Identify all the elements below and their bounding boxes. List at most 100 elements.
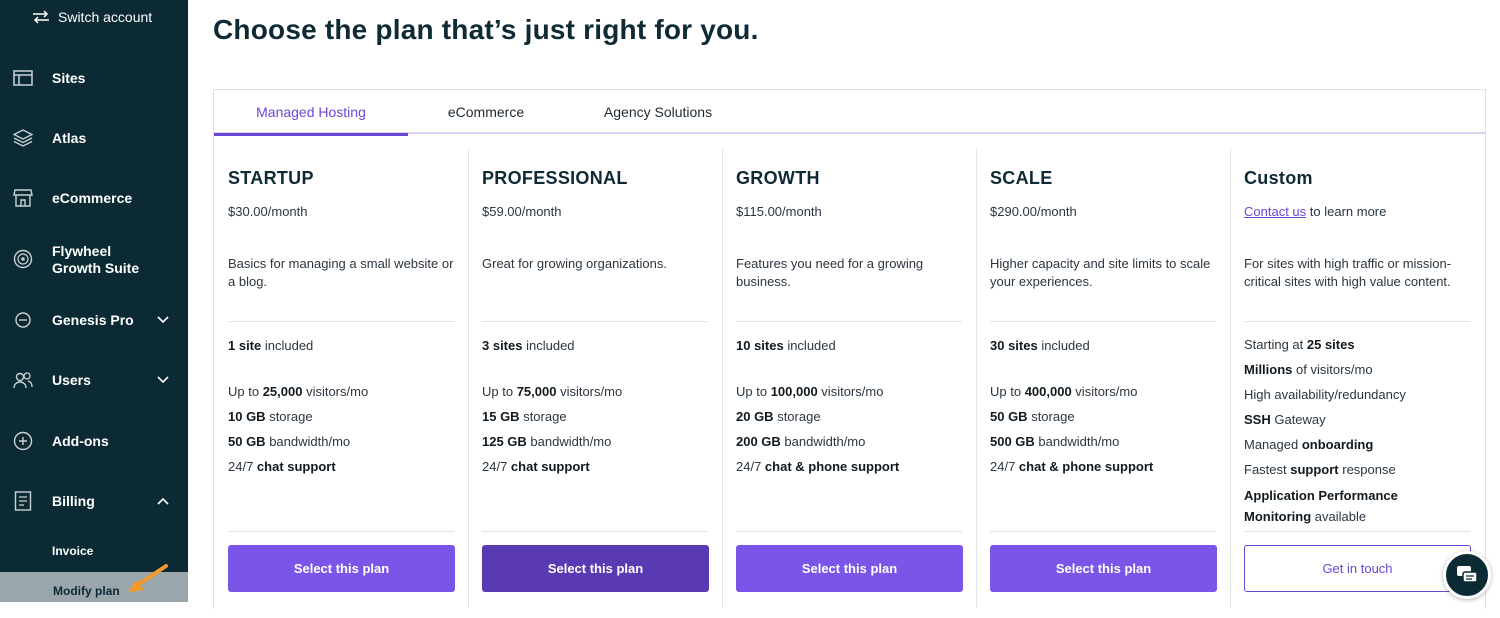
sidebar-item-label: Sites bbox=[52, 69, 86, 86]
sidebar-item-label: Genesis Pro bbox=[52, 311, 134, 328]
sidebar-item-label: eCommerce bbox=[52, 189, 133, 206]
sidebar-item-label: Users bbox=[52, 371, 91, 388]
tab-managed-hosting[interactable]: Managed Hosting bbox=[214, 90, 408, 136]
sidebar-item-sites[interactable]: Sites bbox=[0, 69, 188, 87]
plan-bandwidth: 50 GB bandwidth/mo bbox=[228, 434, 351, 449]
plan-support: 24/7 chat & phone support bbox=[990, 459, 1154, 474]
sidebar: Switch account Sites Atlas eCommerce Fly… bbox=[0, 0, 188, 602]
plan-visitors: Up to 400,000 visitors/mo bbox=[990, 384, 1138, 399]
plan-name: GROWTH bbox=[736, 168, 820, 188]
chevron-up-icon[interactable] bbox=[156, 494, 170, 508]
chevron-down-icon[interactable] bbox=[156, 373, 170, 387]
plan-description: Higher capacity and site limits to scale… bbox=[990, 256, 1211, 289]
divider bbox=[1244, 531, 1470, 532]
plan-name: PROFESSIONAL bbox=[482, 168, 628, 188]
layers-icon bbox=[13, 128, 33, 148]
plan-storage: 50 GB storage bbox=[990, 409, 1075, 424]
plan-name: SCALE bbox=[990, 168, 1053, 188]
tab-agency-solutions[interactable]: Agency Solutions bbox=[564, 90, 752, 134]
plan-support: 24/7 chat support bbox=[228, 459, 336, 474]
plan-storage: 15 GB storage bbox=[482, 409, 567, 424]
select-plan-button[interactable]: Select this plan bbox=[736, 545, 963, 592]
plan-storage: 20 GB storage bbox=[736, 409, 821, 424]
select-plan-button[interactable]: Select this plan bbox=[990, 545, 1217, 592]
plan-price: $30.00/month bbox=[228, 204, 308, 219]
chevron-down-icon[interactable] bbox=[156, 313, 170, 327]
switch-account-label: Switch account bbox=[58, 9, 153, 25]
plan-sites: 1 site included bbox=[228, 338, 314, 353]
get-in-touch-button[interactable]: Get in touch bbox=[1244, 545, 1471, 592]
plan-price: $59.00/month bbox=[482, 204, 562, 219]
plan-description: For sites with high traffic or mission-c… bbox=[1244, 256, 1452, 289]
sidebar-subitem-modify-plan[interactable]: Modify plan bbox=[53, 584, 120, 598]
divider bbox=[228, 531, 454, 532]
divider bbox=[482, 321, 708, 322]
plan-name: Custom bbox=[1244, 168, 1313, 188]
plan-sites: 10 sites included bbox=[736, 338, 836, 353]
custom-feature: Starting at 25 sites bbox=[1244, 337, 1355, 352]
plan-description: Great for growing organizations. bbox=[482, 256, 667, 271]
plus-circle-icon bbox=[13, 431, 33, 451]
sidebar-item-add-ons[interactable]: Add-ons bbox=[0, 431, 188, 451]
plan-card-startup: STARTUP $30.00/month Basics for managing… bbox=[214, 148, 468, 618]
plan-bandwidth: 125 GB bandwidth/mo bbox=[482, 434, 612, 449]
sidebar-item-atlas[interactable]: Atlas bbox=[0, 129, 188, 147]
plan-price: $115.00/month bbox=[736, 204, 822, 219]
genesis-icon bbox=[13, 310, 33, 330]
sidebar-item-label: Flywheel Growth Suite bbox=[52, 243, 140, 276]
tab-ecommerce[interactable]: eCommerce bbox=[408, 90, 564, 134]
plan-price: $290.00/month bbox=[990, 204, 1077, 219]
plan-visitors: Up to 100,000 visitors/mo bbox=[736, 384, 884, 399]
plan-card-scale: SCALE $290.00/month Higher capacity and … bbox=[976, 148, 1230, 618]
divider bbox=[1244, 321, 1470, 322]
switch-arrows-icon bbox=[33, 10, 49, 24]
store-icon bbox=[13, 188, 33, 208]
plan-visitors: Up to 75,000 visitors/mo bbox=[482, 384, 623, 399]
sidebar-item-users[interactable]: Users bbox=[0, 371, 188, 389]
custom-feature: SSH Gateway bbox=[1244, 412, 1326, 427]
chat-launcher-button[interactable] bbox=[1443, 551, 1491, 599]
select-plan-button[interactable]: Select this plan bbox=[482, 545, 709, 592]
plan-support: 24/7 chat support bbox=[482, 459, 590, 474]
plan-support: 24/7 chat & phone support bbox=[736, 459, 900, 474]
sites-icon bbox=[13, 68, 33, 88]
plan-bandwidth: 500 GB bandwidth/mo bbox=[990, 434, 1120, 449]
pointer-arrow-icon bbox=[128, 564, 168, 592]
divider bbox=[736, 321, 962, 322]
custom-feature: High availability/redundancy bbox=[1244, 387, 1406, 402]
custom-feature: Application Performance Monitoring avail… bbox=[1244, 488, 1398, 524]
divider bbox=[990, 531, 1216, 532]
divider bbox=[736, 531, 962, 532]
sidebar-item-label: Atlas bbox=[52, 129, 87, 146]
users-icon bbox=[13, 370, 33, 390]
plan-name: STARTUP bbox=[228, 168, 314, 188]
divider bbox=[482, 531, 708, 532]
plan-sites: 3 sites included bbox=[482, 338, 575, 353]
plan-description: Basics for managing a small website or a… bbox=[228, 256, 454, 289]
custom-feature: Millions of visitors/mo bbox=[1244, 362, 1373, 377]
sidebar-item-billing[interactable]: Billing bbox=[0, 491, 188, 511]
plan-tabs: Managed Hosting eCommerce Agency Solutio… bbox=[214, 90, 1485, 136]
sidebar-item-label: Billing bbox=[52, 492, 95, 509]
select-plan-button[interactable]: Select this plan bbox=[228, 545, 455, 592]
plan-visitors: Up to 25,000 visitors/mo bbox=[228, 384, 369, 399]
page-title: Choose the plan that’s just right for yo… bbox=[213, 14, 759, 45]
sidebar-item-genesis-pro[interactable]: Genesis Pro bbox=[0, 311, 188, 329]
plan-sites: 30 sites included bbox=[990, 338, 1090, 353]
sidebar-subitem-invoice[interactable]: Invoice bbox=[52, 544, 93, 558]
plan-bandwidth: 200 GB bandwidth/mo bbox=[736, 434, 866, 449]
contact-us-link[interactable]: Contact us bbox=[1244, 204, 1306, 219]
growth-icon bbox=[13, 249, 33, 269]
billing-icon bbox=[13, 491, 33, 511]
plans-panel: Managed Hosting eCommerce Agency Solutio… bbox=[213, 89, 1486, 609]
custom-feature: Managed onboarding bbox=[1244, 437, 1374, 452]
sidebar-item-label: Add-ons bbox=[52, 432, 109, 449]
chat-icon bbox=[1457, 566, 1478, 583]
custom-contact: Contact us to learn more bbox=[1244, 204, 1387, 219]
plan-card-growth: GROWTH $115.00/month Features you need f… bbox=[722, 148, 976, 618]
sidebar-item-growth-suite[interactable]: Flywheel Growth Suite bbox=[0, 242, 188, 276]
sidebar-item-ecommerce[interactable]: eCommerce bbox=[0, 189, 188, 207]
switch-account-link[interactable]: Switch account bbox=[32, 9, 152, 25]
plan-card-professional: PROFESSIONAL $59.00/month Great for grow… bbox=[468, 148, 722, 618]
plan-card-custom: Custom Contact us to learn more For site… bbox=[1230, 148, 1484, 618]
